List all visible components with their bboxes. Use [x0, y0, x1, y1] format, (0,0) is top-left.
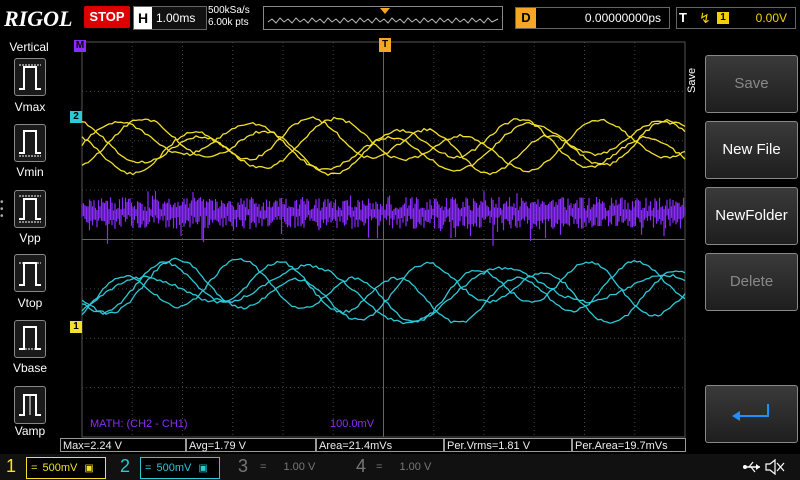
vbase-icon [19, 326, 41, 350]
vbase-button[interactable] [14, 320, 46, 358]
usb-icon [743, 461, 760, 473]
measurement-area[interactable]: Area=21.4mVs [316, 438, 444, 452]
trigger-source: 1 [717, 12, 729, 24]
ch4-scale-box[interactable]: = 1.00 V [372, 457, 456, 477]
dc-coupling-icon: = [31, 462, 38, 474]
trigger-label: T [679, 10, 687, 25]
ch1-number[interactable]: 1 [6, 455, 16, 477]
waveform-display[interactable]: M 2 1 T T MATH: (CH2 - CH1) 100.0mV [62, 36, 700, 438]
math-scale: 100.0mV [330, 418, 375, 430]
vmax-label: Vmax [14, 100, 46, 114]
ch1-scale-box[interactable]: = 500mV ▣ [26, 457, 106, 479]
vmin-icon [19, 130, 41, 157]
delay-box[interactable]: D 0.00000000ps [515, 7, 670, 29]
save-button[interactable]: Save [705, 55, 798, 113]
dc-coupling-icon: = [145, 462, 152, 474]
ch2-scale-box[interactable]: = 500mV ▣ [140, 457, 220, 479]
channel-bar: 1 = 500mV ▣ 2 = 500mV ▣ 3 = 1.00 V 4 = 1… [0, 454, 800, 480]
memory-depth: 6.00k pts [208, 17, 249, 28]
vamp-button[interactable] [14, 386, 46, 424]
bandwidth-limit-icon: ▣ [198, 463, 208, 474]
ch3-scale-box[interactable]: = 1.00 V [256, 457, 340, 477]
bandwidth-limit-icon: ▣ [84, 463, 94, 474]
delay-label: D [516, 8, 536, 28]
vtop-button[interactable] [14, 254, 46, 292]
more-options-indicator: • • • [0, 197, 4, 222]
measurement-per-area[interactable]: Per.Area=19.7mVs [572, 438, 686, 452]
ch1-scale: 500mV [42, 462, 78, 474]
sample-rate: 500kSa/s [208, 5, 250, 16]
trigger-box[interactable]: T ↯ 1 0.00V [676, 7, 796, 29]
trigger-level: 0.00V [755, 11, 787, 25]
vtop-icon [19, 262, 41, 286]
vamp-label: Vamp [14, 424, 46, 438]
timebase-value: 1.00ms [156, 11, 196, 25]
menu-title-tab: Save [686, 67, 698, 93]
math-channel-marker[interactable]: M [74, 40, 86, 52]
dc-coupling-icon: = [376, 461, 383, 473]
rigol-logo: RIGOL [4, 6, 73, 31]
enter-button[interactable] [705, 385, 798, 443]
run-stop-status[interactable]: STOP [84, 6, 130, 28]
acquisition-info: 500kSa/s 6.00k pts [208, 5, 250, 29]
measurement-per-vrms[interactable]: Per.Vrms=1.81 V [444, 438, 572, 452]
trigger-edge-icon: ↯ [699, 10, 711, 26]
vtop-label: Vtop [17, 296, 43, 310]
vpp-label: Vpp [19, 231, 41, 245]
vpp-button[interactable] [14, 190, 46, 228]
vamp-icon [19, 394, 41, 416]
math-label: MATH: (CH2 - CH1) [90, 418, 188, 430]
ch3-scale: 1.00 V [283, 461, 316, 473]
vbase-label: Vbase [12, 361, 48, 375]
timebase-label: H [134, 7, 152, 29]
dc-coupling-icon: = [260, 461, 267, 473]
vmax-icon [19, 64, 41, 90]
ch3-number[interactable]: 3 [238, 455, 248, 477]
delay-value: 0.00000000ps [584, 11, 661, 25]
ch2-offset-marker[interactable]: 2 [70, 111, 82, 123]
ch4-number[interactable]: 4 [356, 455, 366, 477]
delete-button[interactable]: Delete [705, 253, 798, 311]
measure-category-title: Vertical [9, 40, 49, 54]
vmin-button[interactable] [14, 124, 46, 162]
vmax-button[interactable] [14, 58, 46, 96]
new-folder-button[interactable]: NewFolder [705, 187, 798, 245]
ch2-number[interactable]: 2 [120, 455, 130, 477]
waveform-graticule [62, 36, 686, 438]
measurement-avg[interactable]: Avg=1.79 V [186, 438, 316, 452]
ch4-scale: 1.00 V [399, 461, 432, 473]
ch1-offset-marker[interactable]: 1 [70, 321, 82, 333]
ch2-scale: 500mV [156, 462, 192, 474]
sound-muted-icon[interactable] [764, 458, 786, 476]
memory-waveform-icon [267, 8, 499, 24]
trigger-position-marker[interactable]: T [379, 38, 391, 52]
measurement-bar: Max=2.24 V Avg=1.79 V Area=21.4mVs Per.V… [60, 438, 686, 454]
memory-overview[interactable] [263, 6, 503, 30]
return-icon [732, 404, 769, 421]
vpp-icon [19, 195, 41, 223]
timebase-box[interactable]: H 1.00ms [133, 6, 207, 30]
vmin-label: Vmin [16, 165, 44, 179]
new-file-button[interactable]: New File [705, 121, 798, 179]
top-bar: RIGOL STOP H 1.00ms 500kSa/s 6.00k pts D… [0, 0, 800, 36]
measurement-max[interactable]: Max=2.24 V [60, 438, 186, 452]
